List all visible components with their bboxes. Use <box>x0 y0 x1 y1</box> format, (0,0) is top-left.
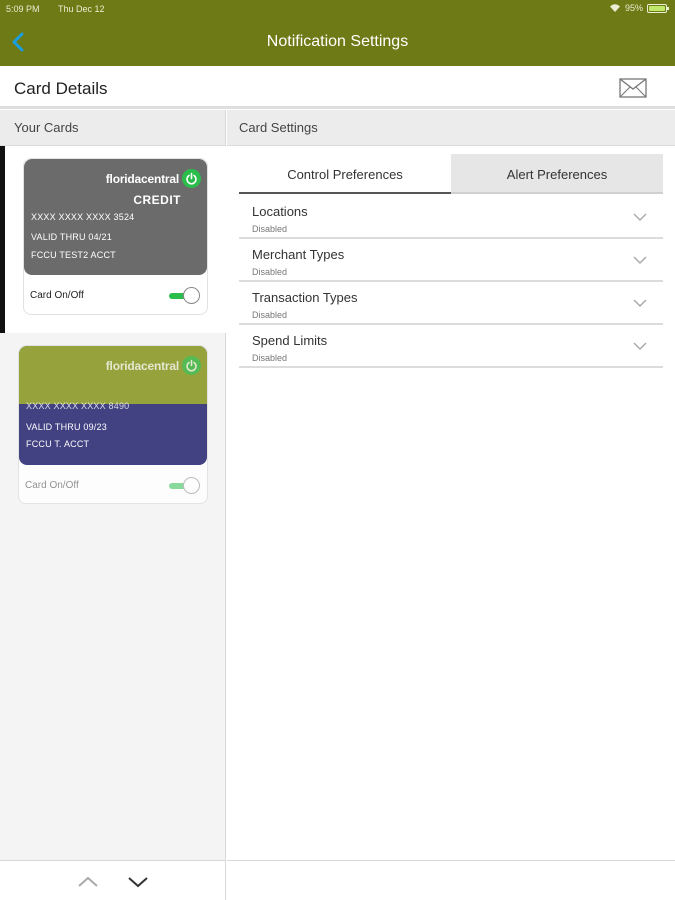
preference-title: Spend Limits <box>252 333 328 348</box>
card-details-title: Card Details <box>14 79 108 98</box>
preference-status: Disabled <box>252 310 288 320</box>
card-settings-header: Card Settings <box>227 110 675 146</box>
preference-title: Transaction Types <box>252 290 358 305</box>
app: 5:09 PM Thu Dec 12 95% Notification Sett… <box>0 0 675 900</box>
card-details-bar: Card Details <box>0 66 675 109</box>
selected-indicator <box>0 146 5 333</box>
chevron-down-icon <box>633 213 647 222</box>
preference-status: Disabled <box>252 224 288 234</box>
chevron-down-icon <box>633 256 647 265</box>
card-tile[interactable]: floridacentral XXXX XXXX XXXX 8490 VALID… <box>18 345 208 504</box>
preference-row-merchant-types[interactable]: Merchant Types Disabled <box>239 239 663 282</box>
mail-button[interactable] <box>619 78 647 98</box>
card-holder-name: FCCU TEST2 ACCT <box>31 250 116 260</box>
card-on-off-toggle[interactable] <box>167 477 201 495</box>
card-settings-pane: Card Settings Control Preferences Alert … <box>227 110 675 900</box>
card-pager <box>0 860 226 900</box>
card-logo: floridacentral <box>106 169 201 188</box>
card-on-off-toggle[interactable] <box>167 287 201 305</box>
preference-status: Disabled <box>252 267 288 277</box>
status-time: 5:09 PM <box>6 4 40 14</box>
battery-icon <box>647 3 669 13</box>
battery-percent: 95% <box>624 3 643 13</box>
card-valid-thru: VALID THRU 04/21 <box>31 232 112 242</box>
preference-title: Locations <box>252 204 308 219</box>
preference-row-spend-limits[interactable]: Spend Limits Disabled <box>239 325 663 368</box>
preference-tabs: Control Preferences Alert Preferences <box>239 154 663 194</box>
wifi-icon <box>609 4 620 12</box>
chevron-down-icon <box>633 299 647 308</box>
card-face: floridacentral CREDIT XXXX XXXX XXXX 352… <box>24 159 207 275</box>
preference-row-transaction-types[interactable]: Transaction Types Disabled <box>239 282 663 325</box>
status-bar: 5:09 PM Thu Dec 12 95% <box>0 0 675 18</box>
tab-control-preferences[interactable]: Control Preferences <box>239 154 451 194</box>
card-number: XXXX XXXX XXXX 3524 <box>31 212 135 222</box>
card-valid-thru: VALID THRU 09/23 <box>26 422 107 432</box>
preference-title: Merchant Types <box>252 247 345 262</box>
preference-row-locations[interactable]: Locations Disabled <box>239 196 663 239</box>
card-list-item[interactable]: floridacentral CREDIT XXXX XXXX XXXX 352… <box>0 146 226 333</box>
card-list-item[interactable]: floridacentral XXXX XXXX XXXX 8490 VALID… <box>0 333 226 513</box>
card-type: CREDIT <box>133 193 181 207</box>
your-cards-header: Your Cards <box>0 110 225 146</box>
card-number: XXXX XXXX XXXX 8490 <box>26 401 130 411</box>
next-card-button[interactable] <box>126 873 150 891</box>
settings-footer <box>227 860 675 900</box>
tab-alert-preferences[interactable]: Alert Preferences <box>451 154 663 194</box>
card-toggle-row: Card On/Off <box>25 477 201 497</box>
card-toggle-label: Card On/Off <box>30 290 84 301</box>
power-icon <box>182 356 201 375</box>
chevron-up-icon <box>78 876 98 887</box>
battery-level <box>649 5 665 11</box>
chevron-down-icon <box>633 342 647 351</box>
card-logo: floridacentral <box>106 356 201 375</box>
card-toggle-label: Card On/Off <box>25 480 79 491</box>
card-face: floridacentral XXXX XXXX XXXX 8490 VALID… <box>19 346 207 465</box>
card-toggle-row: Card On/Off <box>30 287 201 307</box>
power-icon <box>182 169 201 188</box>
your-cards-pane: Your Cards floridacentral CREDIT XXXX XX… <box>0 110 226 860</box>
preference-status: Disabled <box>252 353 288 363</box>
card-tile[interactable]: floridacentral CREDIT XXXX XXXX XXXX 352… <box>23 158 208 315</box>
brand-logo-text: floridacentral <box>105 358 179 373</box>
status-indicators: 95% <box>609 3 669 13</box>
previous-card-button[interactable] <box>76 873 100 891</box>
page-title: Notification Settings <box>266 33 409 50</box>
chevron-down-icon <box>128 877 148 888</box>
brand-logo-text: floridacentral <box>105 171 179 186</box>
preference-list: Locations Disabled Merchant Types Disabl… <box>239 196 663 368</box>
status-date: Thu Dec 12 <box>58 4 105 14</box>
top-bar: 5:09 PM Thu Dec 12 95% Notification Sett… <box>0 0 675 66</box>
envelope-icon <box>619 78 647 98</box>
card-holder-name: FCCU T. ACCT <box>26 439 90 449</box>
